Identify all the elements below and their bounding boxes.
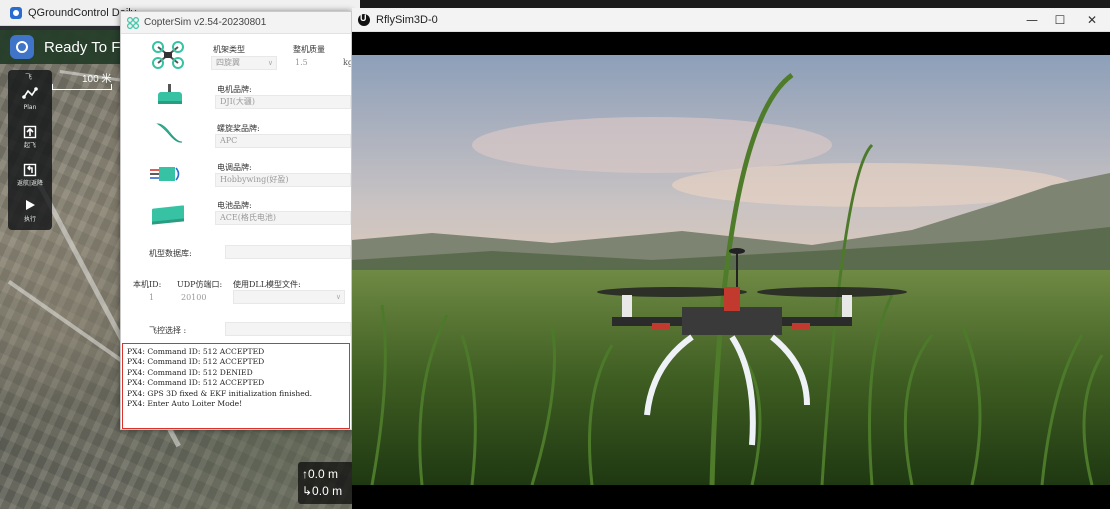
cloud [472, 117, 832, 173]
rflysim3d-titlebar[interactable]: RflySim3D-0 — ☐ ✕ [352, 8, 1110, 32]
propeller-value: APC [220, 136, 238, 145]
database-label: 机型数据库: [149, 249, 192, 258]
log-line: PX4: Command ID: 512 ACCEPTED [127, 357, 265, 367]
esc-value: Hobbywing(好盈) [220, 175, 289, 184]
propeller-label: 螺旋桨品牌: [217, 124, 260, 133]
map-scale-bar [52, 84, 112, 90]
udp-port-label: UDP仿端口: [177, 280, 223, 289]
esc-field[interactable]: Hobbywing(好盈) [215, 173, 351, 187]
log-line: PX4: Command ID: 512 ACCEPTED [127, 347, 265, 356]
telemetry-readout: ↑0.0 m ↳0.0 m [298, 462, 354, 504]
log-line: PX4: GPS 3D fixed & EKF initialization f… [127, 388, 313, 398]
flight-controller-module [724, 287, 740, 311]
qgc-tool-strip: 飞 Plan 起飞 返航|返降 执行 [8, 70, 52, 230]
frame-type-value: 四旋翼 [216, 58, 240, 67]
coptersim-titlebar[interactable]: CopterSim v2.54-20230801 [121, 12, 351, 34]
plan-icon [22, 86, 38, 103]
gps-antenna [729, 248, 745, 254]
log-line: PX4: Command ID: 512 ACCEPTED [127, 378, 265, 388]
execute-button[interactable]: 执行 [8, 192, 52, 230]
chevron-down-icon: ∨ [335, 293, 341, 301]
maximize-button[interactable]: ☐ [1042, 8, 1078, 32]
rotor-blade [757, 287, 907, 297]
flight-controller-label: 飞控选择 : [149, 326, 187, 335]
mass-label: 整机质量 [293, 45, 325, 54]
map-scale-label: 100 米 [82, 74, 112, 85]
qgc-logo-icon[interactable] [10, 35, 34, 59]
udp-port-value[interactable]: 20100 [181, 293, 206, 302]
quadcopter-frame-icon [152, 41, 184, 69]
log-line: PX4: Enter Auto Loiter Mode! [127, 399, 243, 409]
flight-status[interactable]: Ready To Fly [44, 39, 131, 56]
plan-button[interactable]: Plan [8, 80, 52, 118]
play-icon [24, 199, 36, 215]
return-label: 返航|返降 [16, 179, 44, 187]
execute-label: 执行 [23, 215, 36, 223]
esc-icon [150, 167, 180, 181]
arm-stripe [652, 323, 670, 329]
battery-value: ACE(格氏电池) [220, 213, 276, 222]
coptersim-window: CopterSim v2.54-20230801 机架类型 四旋翼 ∨ 整机质量… [120, 11, 352, 430]
coptersim-window-title: CopterSim v2.54-20230801 [144, 17, 267, 28]
vehicle-id-value[interactable]: 1 [149, 293, 154, 302]
coptersim-app-icon [127, 16, 139, 29]
frame-type-select[interactable]: 四旋翼 ∨ [211, 56, 277, 70]
log-line: PX4: Command ID: 512 DENIED [127, 367, 253, 377]
mass-value[interactable]: 1.5 [295, 58, 308, 67]
battery-field[interactable]: ACE(格氏电池) [215, 211, 351, 225]
close-button[interactable]: ✕ [1074, 8, 1110, 32]
altitude-value: ↑0.0 m [302, 467, 339, 481]
motor-label: 电机品牌: [217, 85, 252, 94]
takeoff-label: 起飞 [23, 141, 36, 149]
dll-model-select[interactable]: ∨ [233, 290, 345, 304]
motor-icon [158, 84, 182, 104]
motor-field[interactable]: DJI(大疆) [215, 95, 351, 109]
vehicle-id-label: 本机ID: [133, 280, 162, 289]
motor-value: DJI(大疆) [220, 97, 256, 106]
console-log[interactable]: PX4: Command ID: 512 ACCEPTED PX4: Comma… [122, 343, 350, 429]
battery-icon [152, 205, 184, 225]
map-scale: 100 米 [52, 70, 114, 94]
distance-value: ↳0.0 m [302, 484, 343, 498]
unreal-engine-icon [358, 13, 370, 26]
esc-label: 电调品牌: [217, 163, 252, 172]
dll-model-label: 使用DLL模型文件: [233, 280, 301, 289]
return-icon [23, 163, 37, 179]
takeoff-button[interactable]: 起飞 [8, 118, 52, 156]
rflysim3d-window: RflySim3D-0 — ☐ ✕ [352, 8, 1110, 509]
frame-type-label: 机架类型 [213, 45, 245, 54]
3d-viewport[interactable] [352, 55, 1110, 485]
chevron-down-icon: ∨ [267, 59, 273, 67]
flight-controller-select[interactable] [225, 322, 351, 336]
arm-stripe [792, 323, 810, 329]
propeller-icon [156, 123, 183, 143]
frame-body [682, 307, 782, 335]
return-button[interactable]: 返航|返降 [8, 156, 52, 194]
desktop: QGroundControl Daily Ready To Fly 100 米 … [0, 0, 1110, 509]
propeller-field[interactable]: APC [215, 134, 351, 148]
qgc-app-icon [10, 6, 22, 19]
mass-unit: kg [343, 58, 352, 67]
scene-render [352, 55, 1110, 485]
database-field[interactable] [225, 245, 351, 259]
rflysim3d-window-title: RflySim3D-0 [376, 13, 438, 26]
plan-label: Plan [23, 103, 37, 111]
battery-label: 电池品牌: [217, 201, 252, 210]
takeoff-icon [23, 125, 37, 141]
